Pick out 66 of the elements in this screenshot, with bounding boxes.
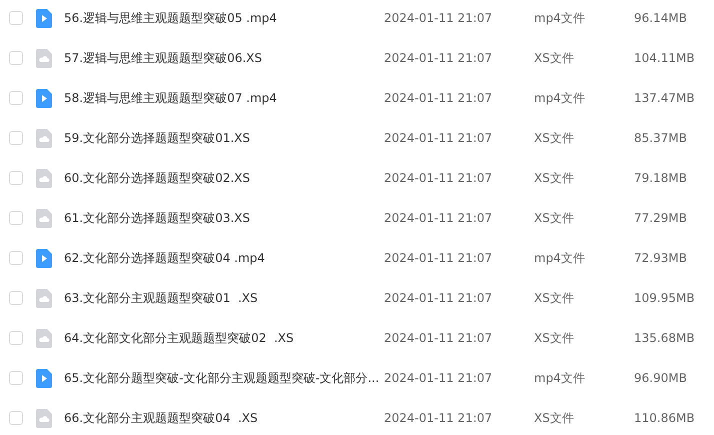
file-size: 77.29MB [634,211,688,225]
file-type: XS文件 [534,290,575,306]
checkbox[interactable] [9,291,23,305]
file-name[interactable]: 66.文化部分主观题题型突破04 .XS [64,410,384,426]
file-name[interactable]: 64.文化部文化部分主观题题型突破02 .XS [64,330,384,346]
file-name[interactable]: 61.文化部分选择题题型突破03.XS [64,210,384,226]
cloud-file-icon [36,168,52,188]
file-type: mp4文件 [534,90,586,106]
file-type: XS文件 [534,50,575,66]
file-name[interactable]: 59.文化部分选择题题型突破01.XS [64,130,384,146]
video-file-icon [36,88,52,108]
checkbox[interactable] [9,11,23,25]
checkbox[interactable] [9,91,23,105]
cloud-file-icon [36,128,52,148]
checkbox[interactable] [9,131,23,145]
cloud-file-icon [36,208,52,228]
checkbox[interactable] [9,251,23,265]
file-size: 137.47MB [634,91,696,105]
file-name[interactable]: 65.文化部分题型突破-文化部分主观题题型突破-文化部分... [64,370,384,386]
cloud-file-icon [36,48,52,68]
file-type: XS文件 [534,170,575,186]
cloud-file-icon [36,408,52,428]
modified-date: 2024-01-11 21:07 [384,171,494,185]
file-size: 96.90MB [634,371,688,385]
file-size: 110.86MB [634,411,696,425]
checkbox[interactable] [9,371,23,385]
file-type: mp4文件 [534,250,586,266]
file-type: XS文件 [534,330,575,346]
file-size: 79.18MB [634,171,688,185]
video-file-icon [36,248,52,268]
modified-date: 2024-01-11 21:07 [384,331,494,345]
checkbox[interactable] [9,211,23,225]
modified-date: 2024-01-11 21:07 [384,91,494,105]
file-size: 72.93MB [634,251,688,265]
file-size: 109.95MB [634,291,696,305]
checkbox[interactable] [9,171,23,185]
modified-date: 2024-01-11 21:07 [384,251,494,265]
modified-date: 2024-01-11 21:07 [384,51,494,65]
file-name[interactable]: 58.逻辑与思维主观题题型突破07 .mp4 [64,90,384,106]
modified-date: 2024-01-11 21:07 [384,291,494,305]
file-name[interactable]: 57.逻辑与思维主观题题型突破06.XS [64,50,384,66]
file-name[interactable]: 60.文化部分选择题题型突破02.XS [64,170,384,186]
cloud-file-icon [36,328,52,348]
video-file-icon [36,368,52,388]
checkbox[interactable] [9,331,23,345]
file-type: mp4文件 [534,10,586,26]
file-size: 85.37MB [634,131,688,145]
file-name[interactable]: 63.文化部分主观题题型突破01 .XS [64,290,384,306]
file-type: XS文件 [534,410,575,426]
file-size: 96.14MB [634,11,688,25]
video-file-icon [36,8,52,28]
modified-date: 2024-01-11 21:07 [384,131,494,145]
file-size: 104.11MB [634,51,696,65]
file-type: mp4文件 [534,370,586,386]
cloud-file-icon [36,288,52,308]
modified-date: 2024-01-11 21:07 [384,411,494,425]
modified-date: 2024-01-11 21:07 [384,211,494,225]
file-name[interactable]: 62.文化部分选择题题型突破04 .mp4 [64,250,384,266]
modified-date: 2024-01-11 21:07 [384,11,494,25]
file-name[interactable]: 56.逻辑与思维主观题题型突破05 .mp4 [64,10,384,26]
checkbox[interactable] [9,51,23,65]
file-type: XS文件 [534,130,575,146]
checkbox[interactable] [9,411,23,425]
file-type: XS文件 [534,210,575,226]
file-size: 135.68MB [634,331,696,345]
modified-date: 2024-01-11 21:07 [384,371,494,385]
